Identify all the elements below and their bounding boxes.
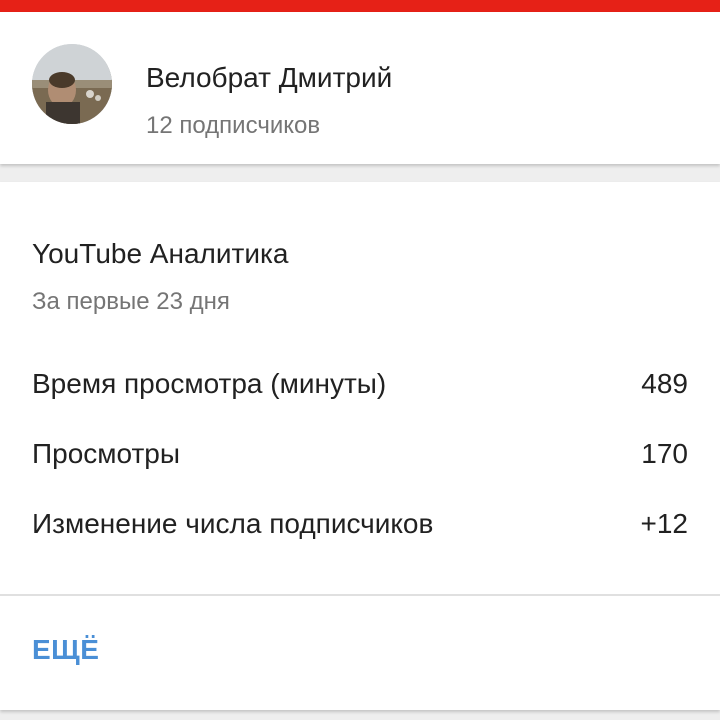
analytics-card: YouTube Аналитика За первые 23 дня Время… bbox=[0, 182, 720, 710]
metric-row-watch-time: Время просмотра (минуты) 489 bbox=[32, 368, 688, 408]
metric-value: 489 bbox=[641, 368, 688, 399]
metric-value: +12 bbox=[640, 508, 689, 539]
metric-row-subscriber-change: Изменение числа подписчиков +12 bbox=[32, 508, 688, 548]
avatar-photo-icon bbox=[32, 44, 112, 124]
more-button[interactable]: ЕЩЁ bbox=[32, 634, 99, 666]
channel-card[interactable]: Велобрат Дмитрий 12 подписчиков bbox=[0, 12, 720, 164]
metric-label: Изменение числа подписчиков bbox=[32, 508, 434, 539]
channel-avatar[interactable] bbox=[32, 44, 112, 124]
analytics-period: За первые 23 дня bbox=[32, 288, 230, 315]
metric-row-views: Просмотры 170 bbox=[32, 438, 688, 478]
analytics-title: YouTube Аналитика bbox=[32, 238, 289, 269]
channel-subscriber-count: 12 подписчиков bbox=[146, 112, 321, 139]
metric-label: Просмотры bbox=[32, 438, 180, 469]
channel-name[interactable]: Велобрат Дмитрий bbox=[146, 62, 392, 94]
top-accent-bar bbox=[0, 0, 720, 12]
screen: Велобрат Дмитрий 12 подписчиков YouTube … bbox=[0, 0, 720, 720]
metric-label: Время просмотра (минуты) bbox=[32, 368, 387, 399]
divider bbox=[0, 594, 720, 596]
metric-value: 170 bbox=[641, 438, 688, 469]
